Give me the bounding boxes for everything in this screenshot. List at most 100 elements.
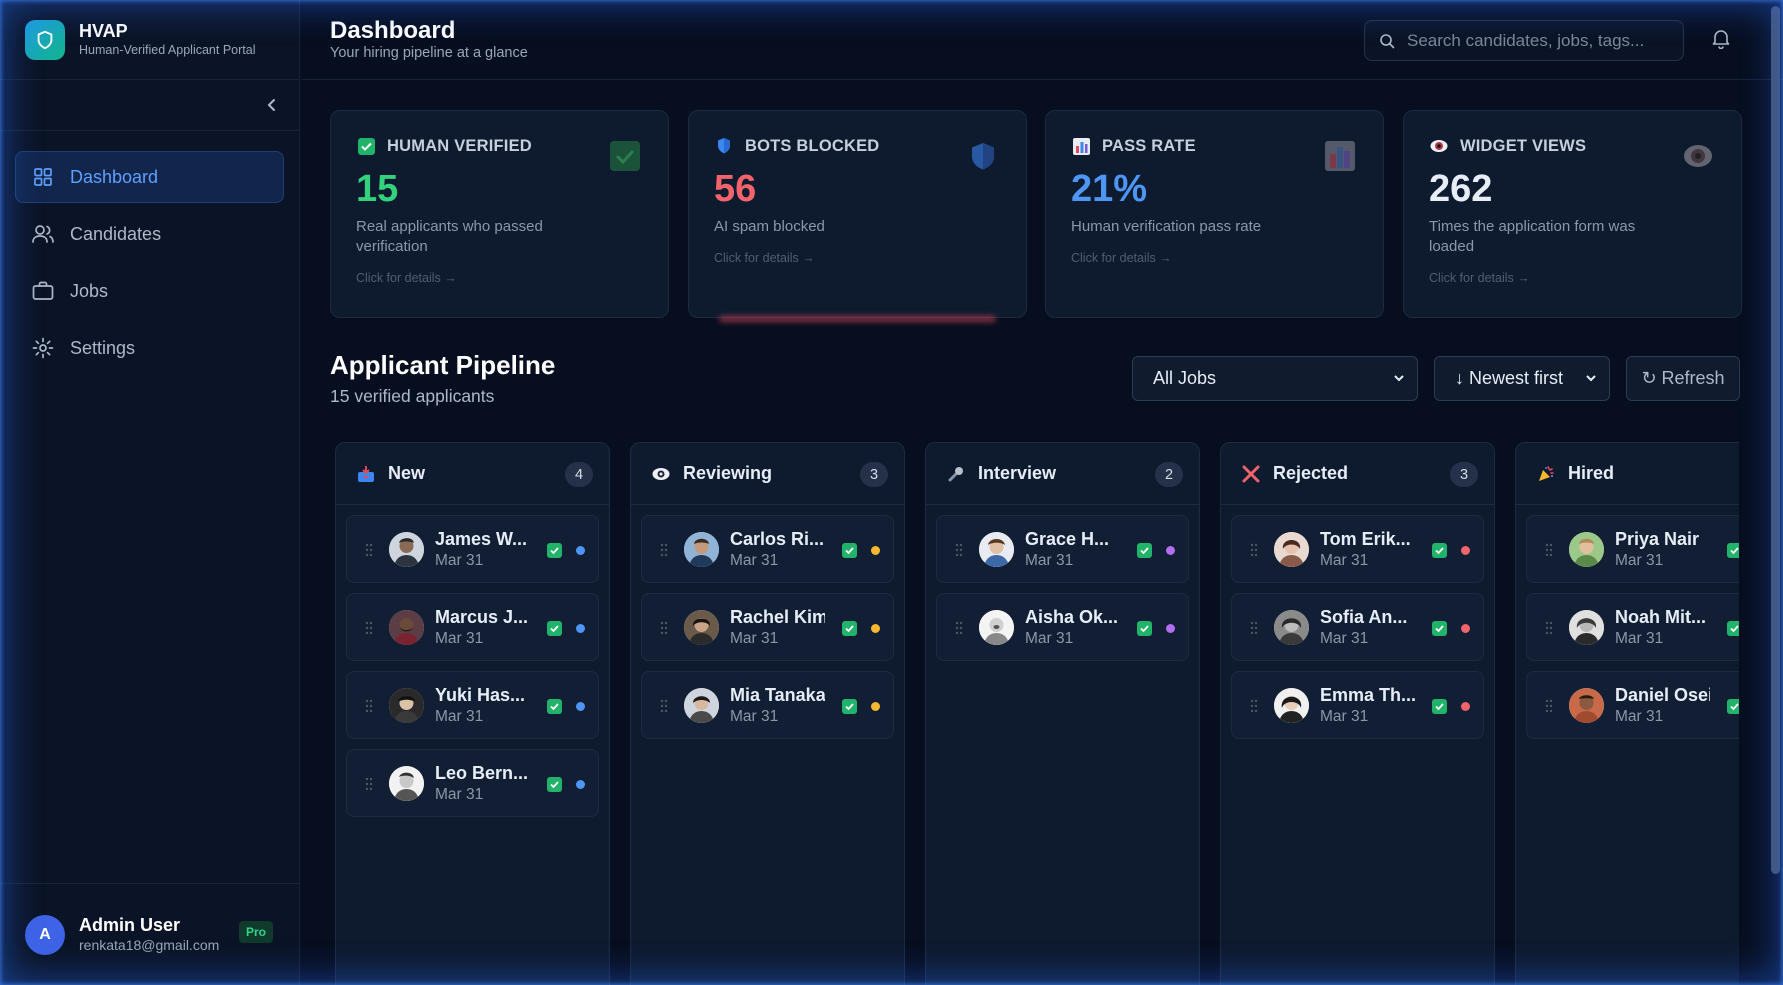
candidate-date: Mar 31	[435, 786, 484, 803]
stat-description: AI spam blocked	[714, 218, 825, 235]
check-box-icon	[356, 136, 376, 156]
users-icon	[32, 223, 54, 245]
stat-card-human-verified[interactable]: HUMAN VERIFIED 15 Real applicants who pa…	[330, 110, 669, 318]
page-scrollbar[interactable]	[1771, 6, 1780, 874]
avatar	[1274, 610, 1309, 645]
chevron-down-icon	[1394, 375, 1404, 382]
stat-card-widget-views[interactable]: WIDGET VIEWS 262 Times the application f…	[1403, 110, 1742, 318]
stat-details-link[interactable]: Click for details →	[714, 251, 1001, 265]
verified-check-icon	[1727, 543, 1739, 558]
candidate-card[interactable]: Grace H... Mar 31	[936, 515, 1189, 583]
drag-handle-icon[interactable]	[365, 543, 373, 557]
drag-handle-icon[interactable]	[955, 543, 963, 557]
candidate-card[interactable]: Marcus J... Mar 31	[346, 593, 599, 661]
stat-description: Times the application form was loaded	[1429, 218, 1636, 255]
search-input[interactable]: Search candidates, jobs, tags...	[1364, 20, 1684, 61]
candidate-name: Priya Nair	[1615, 529, 1700, 549]
drag-handle-icon[interactable]	[660, 543, 668, 557]
stat-card-bots-blocked[interactable]: BOTS BLOCKED 56 AI spam blocked Click fo…	[688, 110, 1027, 322]
sidebar-item-dashboard[interactable]: Dashboard	[15, 151, 284, 203]
job-filter-select[interactable]: All Jobs	[1132, 356, 1418, 401]
candidate-card[interactable]: Sofia An... Mar 31	[1231, 593, 1484, 661]
candidate-name: Carlos Ri...	[730, 529, 825, 549]
candidate-card[interactable]: Tom Erik... Mar 31	[1231, 515, 1484, 583]
stat-value: 21%	[1071, 168, 1148, 210]
stat-details-link[interactable]: Click for details →	[1071, 251, 1358, 265]
user-profile[interactable]: A Admin User renkata18@gmail.com Pro	[0, 883, 300, 985]
drag-handle-icon[interactable]	[1250, 699, 1258, 713]
drag-handle-icon[interactable]	[1545, 699, 1553, 713]
candidate-card[interactable]: Priya Nair Mar 31	[1526, 515, 1739, 583]
sidebar-item-label: Settings	[70, 337, 136, 358]
candidate-card[interactable]: James W... Mar 31	[346, 515, 599, 583]
stat-details-link[interactable]: Click for details →	[1429, 271, 1716, 285]
avatar	[1274, 532, 1309, 567]
drag-handle-icon[interactable]	[1545, 543, 1553, 557]
verified-check-icon	[1432, 543, 1447, 558]
candidate-name: Mia Tanaka	[730, 685, 825, 705]
drag-handle-icon[interactable]	[955, 621, 963, 635]
stat-value: 262	[1429, 168, 1493, 210]
candidate-date: Mar 31	[730, 630, 779, 647]
drag-handle-icon[interactable]	[365, 699, 373, 713]
stat-value: 15	[356, 168, 399, 210]
column-rejected: Rejected 3 Tom Erik... Mar 31 Sofia An..…	[1220, 442, 1495, 985]
candidate-card[interactable]: Yuki Has... Mar 31	[346, 671, 599, 739]
drag-handle-icon[interactable]	[660, 699, 668, 713]
brand[interactable]: HVAP Human-Verified Applicant Portal	[0, 0, 299, 80]
avatar	[979, 532, 1014, 567]
avatar	[684, 532, 719, 567]
notifications-button[interactable]	[1710, 27, 1734, 51]
status-dot	[576, 780, 585, 789]
verified-check-icon	[1432, 621, 1447, 636]
drag-handle-icon[interactable]	[1250, 621, 1258, 635]
collapse-sidebar-button[interactable]	[262, 94, 282, 116]
microphone-icon	[946, 464, 966, 484]
stat-details-link[interactable]: Click for details →	[356, 271, 643, 285]
avatar	[979, 610, 1014, 645]
candidate-card[interactable]: Carlos Ri... Mar 31	[641, 515, 894, 583]
drag-handle-icon[interactable]	[1545, 621, 1553, 635]
sort-select[interactable]: ↓ Newest first	[1434, 356, 1610, 401]
verified-check-icon	[547, 777, 562, 792]
column-title: Rejected	[1273, 463, 1349, 483]
candidate-date: Mar 31	[435, 552, 484, 569]
avatar	[684, 688, 719, 723]
avatar: A	[25, 914, 65, 955]
brand-subtitle: Human-Verified Applicant Portal	[79, 43, 256, 57]
pipeline-board: New 4 James W... Mar 31 Marcus J... Mar …	[330, 442, 1739, 985]
status-dot	[1166, 624, 1175, 633]
candidate-card[interactable]: Rachel Kim Mar 31	[641, 593, 894, 661]
candidate-card[interactable]: Noah Mit... Mar 31	[1526, 593, 1739, 661]
avatar	[684, 610, 719, 645]
drag-handle-icon[interactable]	[1250, 543, 1258, 557]
candidate-card[interactable]: Aisha Ok... Mar 31	[936, 593, 1189, 661]
plan-badge: Pro	[239, 921, 274, 943]
job-filter-value: All Jobs	[1153, 368, 1217, 388]
avatar	[389, 688, 424, 723]
drag-handle-icon[interactable]	[365, 621, 373, 635]
status-dot	[871, 702, 880, 711]
candidate-card[interactable]: Daniel Osei Mar 31	[1526, 671, 1739, 739]
verified-check-icon	[1727, 699, 1739, 714]
status-dot	[576, 624, 585, 633]
candidate-date: Mar 31	[1025, 630, 1074, 647]
stat-card-pass-rate[interactable]: PASS RATE 21% Human verification pass ra…	[1045, 110, 1384, 318]
refresh-button[interactable]: ↻ Refresh	[1626, 356, 1740, 401]
candidate-card[interactable]: Mia Tanaka Mar 31	[641, 671, 894, 739]
party-icon	[1536, 464, 1556, 484]
candidate-name: Sofia An...	[1320, 607, 1408, 627]
avatar	[1569, 688, 1604, 723]
grid-icon	[32, 166, 54, 188]
avatar	[1569, 610, 1604, 645]
verified-check-icon	[547, 621, 562, 636]
sidebar-item-jobs[interactable]: Jobs	[15, 265, 284, 317]
drag-handle-icon[interactable]	[660, 621, 668, 635]
sidebar-item-settings[interactable]: Settings	[15, 322, 284, 374]
cross-icon	[1241, 464, 1261, 484]
sidebar-item-candidates[interactable]: Candidates	[15, 208, 284, 260]
candidate-card[interactable]: Leo Bern... Mar 31	[346, 749, 599, 817]
status-dot	[576, 702, 585, 711]
candidate-card[interactable]: Emma Th... Mar 31	[1231, 671, 1484, 739]
drag-handle-icon[interactable]	[365, 777, 373, 791]
